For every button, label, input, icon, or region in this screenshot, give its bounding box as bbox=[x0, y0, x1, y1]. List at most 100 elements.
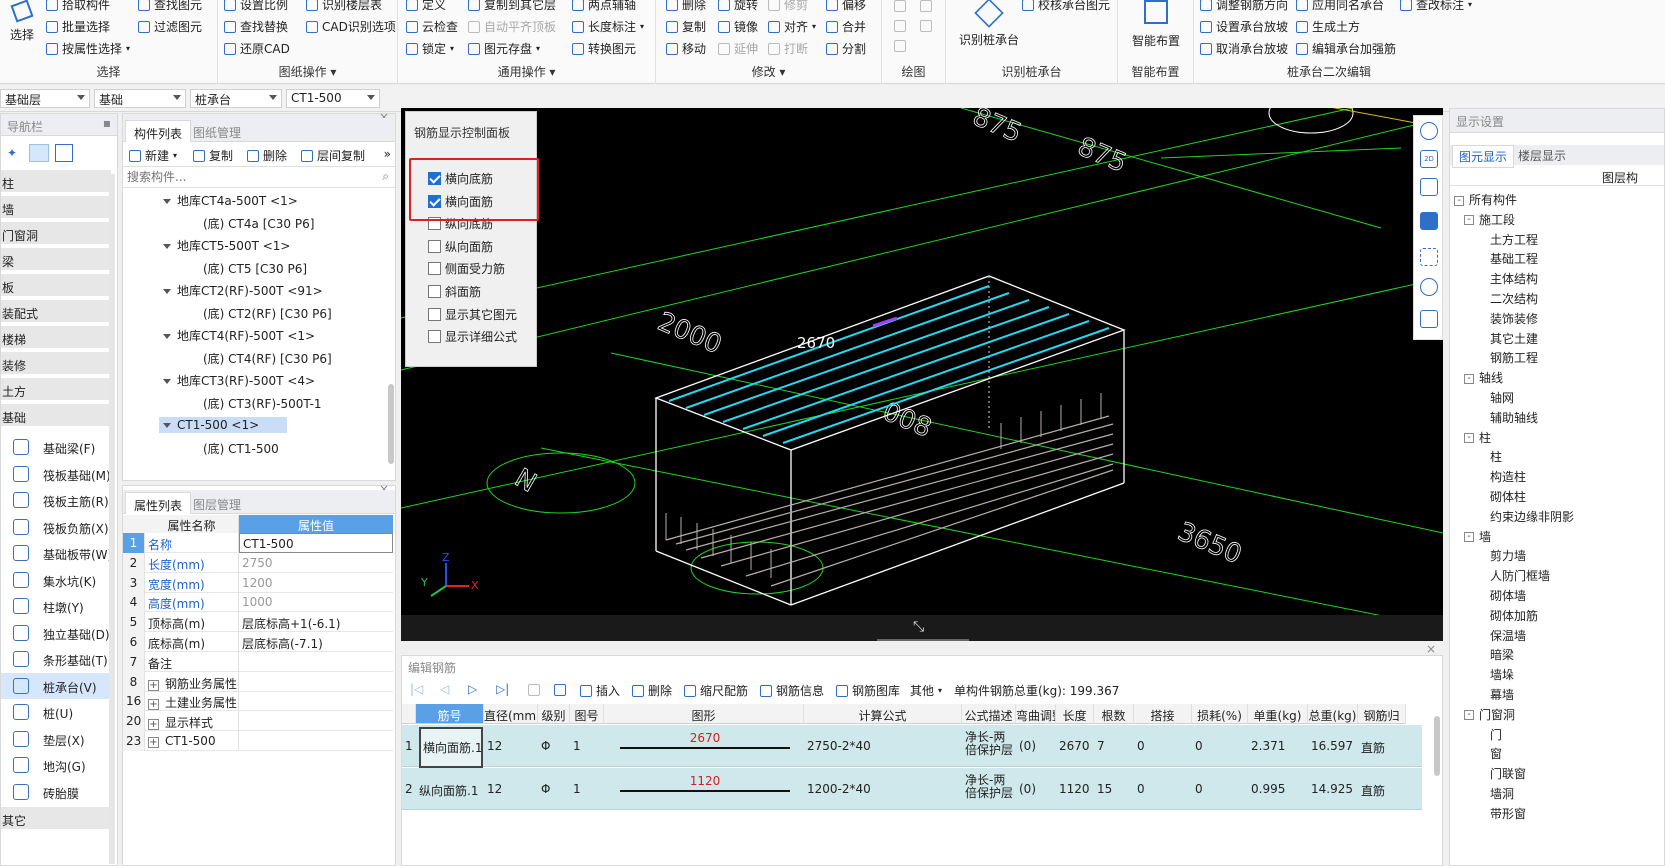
trim-button[interactable]: 修剪 bbox=[768, 0, 808, 13]
checkbox-icon[interactable] bbox=[428, 330, 441, 344]
column-header[interactable]: 钢筋归 bbox=[1358, 704, 1406, 724]
expand-icon[interactable] bbox=[163, 289, 171, 294]
generate-earthwork-button[interactable]: 生成土方 bbox=[1296, 18, 1360, 35]
nav-item[interactable]: 筏板负筋(X) bbox=[1, 514, 111, 540]
nav-item[interactable]: 垫层(X) bbox=[1, 726, 111, 752]
display-mode-icon[interactable] bbox=[1420, 278, 1438, 296]
cell-unit[interactable]: 0.995 bbox=[1251, 782, 1307, 796]
nav-item[interactable]: 筏板基础(M) bbox=[1, 461, 111, 487]
nav-category[interactable]: 板 bbox=[1, 274, 111, 297]
settings-tree-item[interactable]: -柱 bbox=[1464, 429, 1491, 446]
cell-type[interactable]: 直筋 bbox=[1361, 739, 1405, 756]
expand-icon[interactable] bbox=[163, 423, 171, 428]
delete-button[interactable]: 删除 bbox=[666, 0, 706, 13]
cell-formula[interactable]: 1200-2*40 bbox=[807, 782, 961, 796]
cell-loss[interactable]: 0 bbox=[1195, 782, 1247, 796]
scale-rebar-button[interactable]: 缩尺配筋 bbox=[684, 682, 748, 699]
splitter-handle[interactable] bbox=[877, 639, 969, 641]
tree-group[interactable]: 地库CT2(RF)-500T <91> bbox=[163, 282, 323, 299]
pick-component-button[interactable]: 拾取构件 bbox=[46, 0, 110, 13]
line-icon[interactable] bbox=[920, 0, 932, 12]
nav-item[interactable]: 集水坑(K) bbox=[1, 567, 111, 593]
cell-total[interactable]: 14.925 bbox=[1311, 782, 1357, 796]
auto-align-button[interactable]: 自动平齐顶板 bbox=[468, 18, 556, 35]
settings-tree-item[interactable]: 暗梁 bbox=[1490, 646, 1514, 663]
type-select[interactable]: 桩承台 bbox=[190, 89, 282, 108]
nav-category[interactable]: 柱 bbox=[1, 170, 111, 193]
delete-component-button[interactable]: 删除 bbox=[247, 147, 287, 164]
nav-item[interactable]: 条形基础(T) bbox=[1, 646, 111, 672]
convert-element-button[interactable]: 转换图元 bbox=[572, 40, 636, 57]
column-header[interactable]: 损耗(%) bbox=[1192, 704, 1248, 724]
close-icon[interactable]: × bbox=[1426, 642, 1436, 656]
checkbox-icon[interactable] bbox=[428, 285, 441, 298]
column-header[interactable]: 计算公式 bbox=[804, 704, 962, 724]
collapse-icon[interactable]: - bbox=[1464, 373, 1474, 384]
column-header[interactable]: 弯曲调整 bbox=[1016, 704, 1056, 724]
expand-icon[interactable] bbox=[163, 379, 171, 384]
settings-tree-item[interactable]: 剪力墙 bbox=[1490, 547, 1526, 564]
cell-loss[interactable]: 0 bbox=[1195, 739, 1247, 753]
settings-tree-item[interactable]: 砌体墙 bbox=[1490, 587, 1526, 604]
checkbox-icon[interactable] bbox=[428, 307, 441, 321]
adjust-rebar-dir-button[interactable]: 调整钢筋方向 bbox=[1200, 0, 1288, 13]
solid-box-icon[interactable] bbox=[1420, 212, 1438, 230]
tree-item[interactable]: (底) CT2(RF) [C30 P6] bbox=[203, 305, 332, 322]
cell-fig[interactable]: 1 bbox=[573, 739, 603, 753]
collapse-icon[interactable]: - bbox=[1464, 215, 1474, 226]
property-row[interactable]: 2 长度(mm) 2750 bbox=[123, 552, 393, 573]
nav-category[interactable]: 墙 bbox=[1, 196, 111, 219]
orbit-icon[interactable] bbox=[1420, 122, 1438, 140]
tree-item[interactable]: (底) CT4a [C30 P6] bbox=[203, 215, 314, 232]
column-header[interactable]: 长度 bbox=[1056, 704, 1094, 724]
nav-category[interactable]: 基础 bbox=[1, 404, 111, 427]
column-header[interactable]: 公式描述 bbox=[962, 704, 1016, 724]
pencil-icon[interactable] bbox=[894, 20, 906, 32]
nav-item[interactable]: 基础梁(F) bbox=[1, 434, 111, 460]
search-icon[interactable]: ⌕ bbox=[382, 169, 389, 184]
edit-annotation-button[interactable]: 查改标注 ▾ bbox=[1400, 0, 1472, 13]
expand-icon[interactable]: + bbox=[148, 679, 159, 691]
cell-grade[interactable]: Φ bbox=[541, 739, 569, 753]
cell-bend[interactable]: (0) bbox=[1019, 782, 1055, 796]
mirror-button[interactable]: 镜像 bbox=[718, 18, 758, 35]
cell-grade[interactable]: Φ bbox=[541, 782, 569, 796]
recognize-floor-table-button[interactable]: 识别楼层表 bbox=[306, 0, 382, 13]
settings-tree-item[interactable]: 柱 bbox=[1490, 448, 1502, 465]
settings-tree-item[interactable]: 装饰装修 bbox=[1490, 310, 1538, 327]
two-point-axis-button[interactable]: 两点辅轴 bbox=[572, 0, 636, 13]
cell-fig[interactable]: 1 bbox=[573, 782, 603, 796]
restore-cad-button[interactable]: 还原CAD bbox=[224, 40, 290, 57]
tree-group[interactable]: 地库CT3(RF)-500T <4> bbox=[163, 372, 315, 389]
settings-tree-item[interactable]: 构造柱 bbox=[1490, 468, 1526, 485]
tab-floor-display[interactable]: 楼层显示 bbox=[1512, 145, 1572, 166]
length-dim-button[interactable]: 长度标注 ▾ bbox=[572, 18, 644, 35]
rect-icon[interactable] bbox=[920, 20, 932, 32]
cell-lap[interactable]: 0 bbox=[1137, 739, 1191, 753]
bottom-rebars[interactable] bbox=[665, 415, 1114, 587]
category-select[interactable]: 基础 bbox=[94, 89, 186, 108]
tree-item[interactable]: (底) CT3(RF)-500T-1 bbox=[203, 395, 322, 412]
settings-tree-item[interactable]: 二次结构 bbox=[1490, 290, 1538, 307]
settings-tree-item[interactable]: 钢筋工程 bbox=[1490, 349, 1538, 366]
layer-copy-button[interactable]: 层间复制 bbox=[301, 147, 365, 164]
nav-item[interactable]: 筏板主筋(R) bbox=[1, 487, 111, 513]
settings-tree-item[interactable]: - 轴线 bbox=[1464, 369, 1503, 386]
collapse-icon[interactable]: - bbox=[1454, 195, 1464, 206]
expand-icon[interactable]: + bbox=[148, 699, 159, 711]
settings-tree-item[interactable]: 窗 bbox=[1490, 745, 1502, 762]
last-icon[interactable]: ▷| bbox=[496, 682, 509, 696]
property-row[interactable]: 6 底标高(m) 层底标高(-7.1) bbox=[123, 632, 393, 652]
next-icon[interactable]: ▷ bbox=[468, 682, 477, 696]
settings-tree-item[interactable]: 保温墙 bbox=[1490, 627, 1526, 644]
settings-list-icon[interactable] bbox=[1420, 310, 1438, 328]
property-value[interactable]: CT1-500 bbox=[239, 533, 393, 553]
cell-len[interactable]: 1120 bbox=[1059, 782, 1093, 796]
check-cap-button[interactable]: 校核承台图元 bbox=[1022, 0, 1110, 13]
move-up-icon[interactable] bbox=[528, 684, 540, 696]
settings-tree-item[interactable]: 其它土建 bbox=[1490, 330, 1538, 347]
column-header[interactable]: 图号 bbox=[570, 704, 604, 724]
column-header[interactable]: 总重(kg) bbox=[1308, 704, 1358, 724]
floor-select[interactable]: 基础层 bbox=[0, 89, 90, 108]
find-replace-button[interactable]: 查找替换 bbox=[224, 18, 288, 35]
